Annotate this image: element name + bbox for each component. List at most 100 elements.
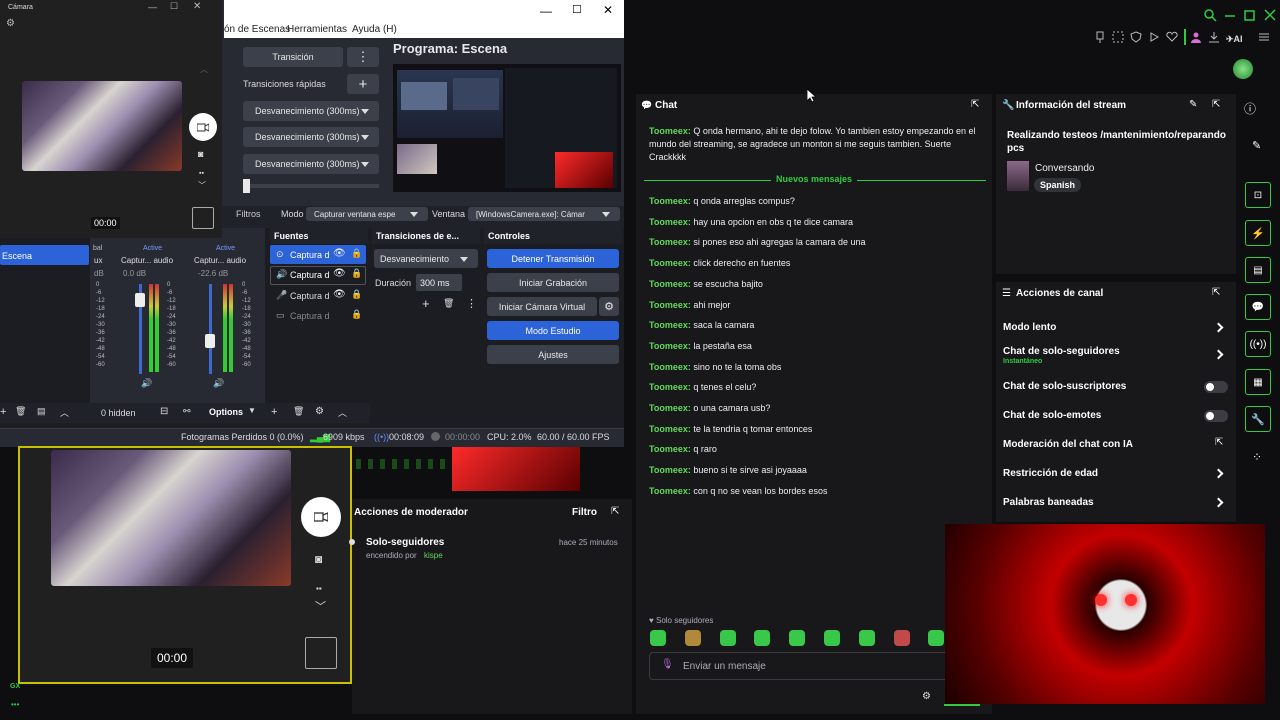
menu-scenes[interactable]: ón de Escenas <box>224 24 290 35</box>
mixer-layout-icon[interactable]: ⊟ <box>160 406 168 417</box>
studio-mode-button[interactable]: Modo Estudio <box>487 321 619 340</box>
add-transition-icon[interactable]: + <box>422 296 430 311</box>
menu-help[interactable]: Ayuda (H) <box>352 24 397 35</box>
language-tag[interactable]: Spanish <box>1034 178 1082 192</box>
trash-icon[interactable]: 🗑 <box>443 298 454 309</box>
extensions-icon[interactable]: ⁘ <box>1252 450 1262 464</box>
gallery-thumbnail[interactable] <box>192 207 214 229</box>
menu-icon[interactable] <box>1258 31 1272 45</box>
chat-username[interactable]: Toomeex: <box>649 382 691 392</box>
video-capture-button[interactable] <box>301 497 341 537</box>
duration-input[interactable]: 300 ms <box>416 274 462 291</box>
eye-icon[interactable]: 👁 <box>333 248 346 259</box>
filter-icon[interactable]: ▤ <box>37 406 46 417</box>
chat-username[interactable]: Toomeex: <box>649 196 691 206</box>
category-name[interactable]: Conversando <box>1035 163 1094 174</box>
broadcast-button[interactable]: ((•)) <box>1245 331 1271 357</box>
trash-icon[interactable]: 🗑 <box>293 406 304 417</box>
mic-icon[interactable]: 🎙 <box>661 659 674 670</box>
minimize-button[interactable]: — <box>148 2 157 12</box>
chat-username[interactable]: Toomeex: <box>649 341 691 351</box>
chat-username[interactable]: Toomeex: <box>649 362 691 372</box>
kebab-icon[interactable]: ⋮ <box>466 297 477 310</box>
mode-select[interactable]: Capturar ventana espe <box>306 207 428 221</box>
emote-icon[interactable] <box>928 630 945 646</box>
window-select[interactable]: [WindowsCamera.exe]: Cámar <box>468 207 620 221</box>
maximize-button[interactable]: ☐ <box>170 1 178 12</box>
mode-icon[interactable]: ▪▪ <box>316 584 322 593</box>
play-icon[interactable] <box>1148 31 1162 45</box>
channel-action-row[interactable]: Moderación del chat con IA ⇱ <box>996 433 1236 459</box>
action-by-user[interactable]: kispe <box>424 551 443 560</box>
chat-username[interactable]: Toomeex: <box>649 465 691 475</box>
transition-select[interactable]: Desvanecimiento <box>374 249 478 268</box>
gear-icon[interactable]: ⚙ <box>6 18 15 29</box>
emote-icon[interactable] <box>824 630 840 646</box>
emote-icon[interactable] <box>893 630 910 646</box>
chevron-down-icon[interactable]: ﹀ <box>315 598 326 614</box>
toggle-switch[interactable] <box>1204 381 1228 393</box>
up-arrow-icon[interactable]: ︿ <box>60 406 69 419</box>
chat-username[interactable]: Toomeex: <box>649 424 691 434</box>
lock-icon[interactable]: 🔒 <box>351 248 362 259</box>
gallery-thumbnail[interactable] <box>305 637 337 669</box>
lock-icon[interactable]: 🔒 <box>351 309 362 320</box>
options-button[interactable]: Options <box>209 407 243 417</box>
shield-icon[interactable] <box>1130 31 1144 45</box>
screenshot-icon[interactable] <box>1112 31 1126 45</box>
volume-fader-2[interactable] <box>135 293 145 308</box>
toggle-switch[interactable] <box>1204 410 1228 422</box>
emote-icon[interactable] <box>754 630 771 646</box>
settings-button[interactable]: Ajustes <box>487 345 619 364</box>
chat-username[interactable]: Toomeex: <box>649 300 691 310</box>
channel-action-row[interactable]: Chat de solo-suscriptores <box>996 375 1236 401</box>
channel-action-row[interactable]: Chat de solo-seguidores Instantáneo <box>996 340 1236 366</box>
fade-transition-3[interactable]: Desvanecimiento (300ms) <box>243 154 379 174</box>
add-quick-transition-button[interactable]: + <box>347 74 379 94</box>
wrench-button[interactable]: 🔧 <box>1245 406 1271 432</box>
up-arrow-icon[interactable]: ︿ <box>338 406 347 419</box>
lock-icon[interactable]: 🔒 <box>351 268 362 279</box>
lock-icon[interactable]: 🔒 <box>351 289 362 300</box>
scene-item[interactable]: Escena <box>0 245 89 265</box>
search-icon[interactable] <box>1203 8 1217 22</box>
emote-icon[interactable] <box>719 630 736 646</box>
transition-menu-button[interactable]: ⋮ <box>347 47 379 67</box>
chat-username[interactable]: Toomeex: <box>649 258 691 268</box>
eye-icon[interactable]: 👁 <box>333 289 346 300</box>
channel-action-row[interactable]: Modo lento <box>996 316 1236 342</box>
popout-icon[interactable]: ⇱ <box>1212 99 1220 110</box>
chat-input[interactable]: 🎙 Enviar un mensaje <box>649 652 989 680</box>
emote-icon[interactable] <box>858 630 875 646</box>
fade-transition-2[interactable]: Desvanecimiento (300ms) <box>243 127 379 147</box>
volume-fader-3[interactable] <box>205 333 215 348</box>
layout-button[interactable]: ▦ <box>1245 369 1271 395</box>
speaker-icon[interactable]: 🔊 <box>141 378 152 389</box>
close-button[interactable]: ✕ <box>193 1 201 12</box>
gear-icon[interactable]: ⚙ <box>315 406 324 417</box>
chat-username[interactable]: Toomeex: <box>649 279 691 289</box>
category-boxart[interactable] <box>1007 161 1029 191</box>
emote-icon[interactable] <box>650 630 666 646</box>
start-recording-button[interactable]: Iniciar Grabación <box>487 273 619 292</box>
ai-icon[interactable]: ✈AI <box>1226 31 1250 45</box>
filters-tab[interactable]: Filtros <box>236 209 261 219</box>
chat-username[interactable]: Toomeex: <box>649 237 691 247</box>
minimize-icon[interactable] <box>1223 8 1237 22</box>
mode-icon[interactable]: ▪▪ <box>199 170 204 177</box>
chat-username[interactable]: Toomeex: <box>649 444 691 454</box>
popout-icon[interactable]: ⇱ <box>611 506 619 517</box>
chat-username[interactable]: Toomeex: <box>649 320 691 330</box>
menu-tools[interactable]: Herramientas <box>287 24 347 35</box>
emote-icon[interactable] <box>684 630 701 646</box>
popout-icon[interactable]: ⇱ <box>971 99 979 110</box>
gear-icon[interactable]: ⚙ <box>599 297 619 316</box>
speaker-icon[interactable]: 🔊 <box>213 378 224 389</box>
gear-icon[interactable]: ⚙ <box>922 691 931 702</box>
close-icon[interactable] <box>1263 8 1277 22</box>
t-bar-handle[interactable] <box>243 179 250 193</box>
emote-icon[interactable] <box>789 630 806 646</box>
edit-icon[interactable]: ✎ <box>1189 99 1197 110</box>
channel-action-row[interactable]: Restricción de edad <box>996 462 1236 488</box>
trash-icon[interactable]: 🗑 <box>15 406 26 417</box>
